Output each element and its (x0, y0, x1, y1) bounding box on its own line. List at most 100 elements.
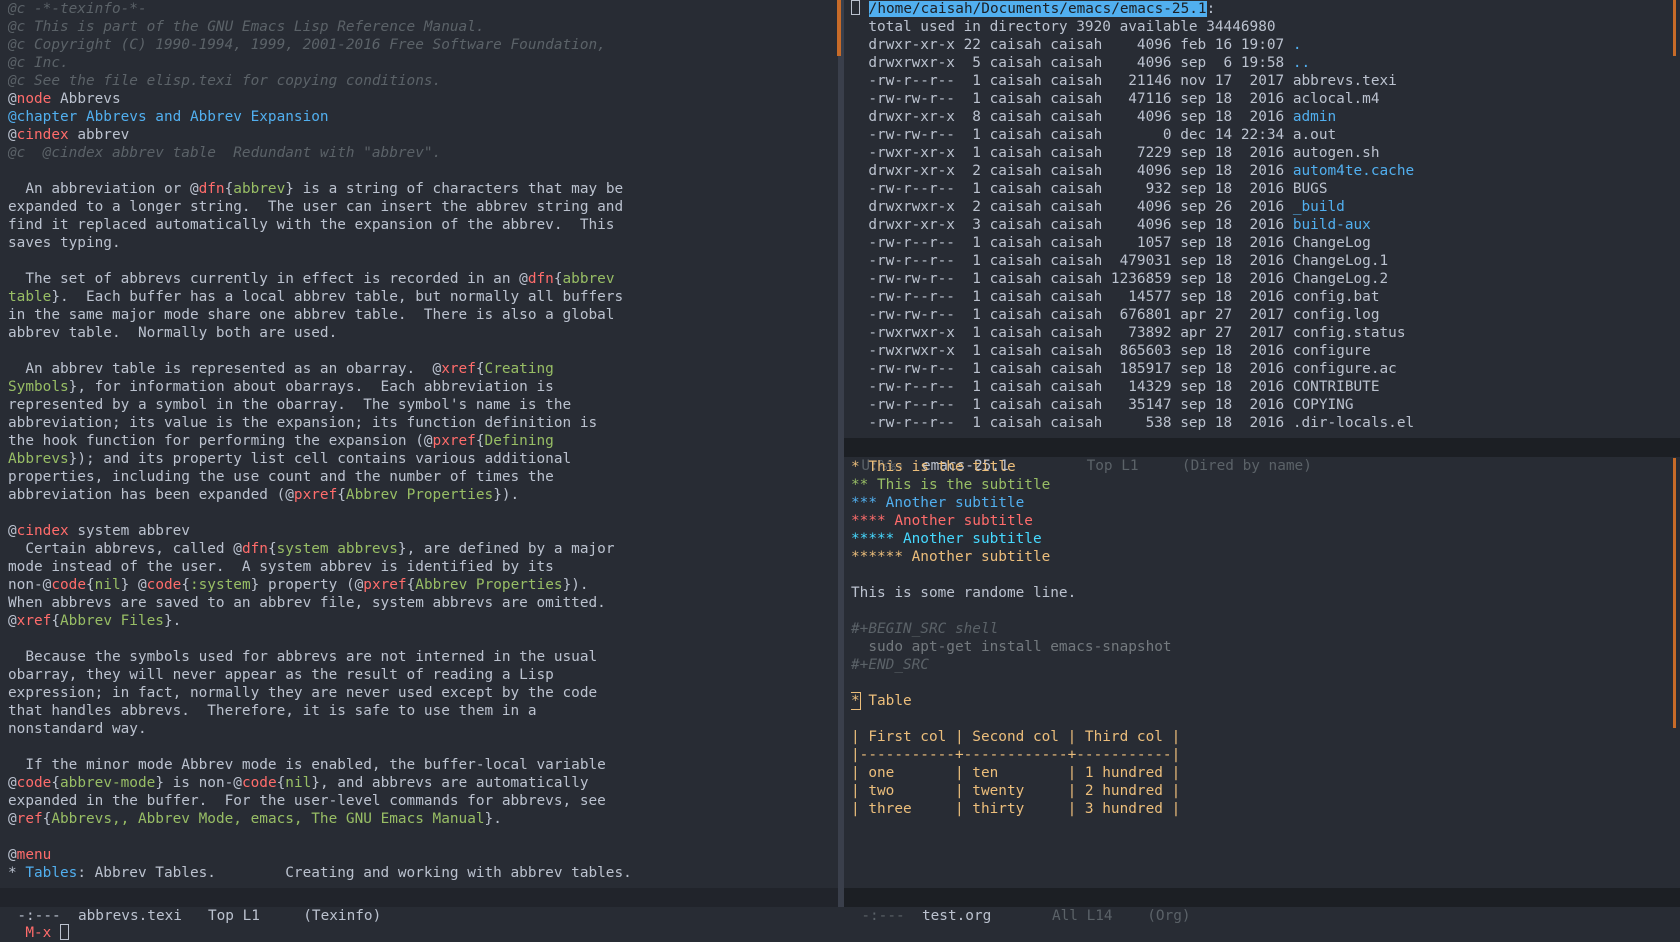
texinfo-token: } is a string of characters that may be (285, 181, 624, 197)
texinfo-token: { (224, 181, 234, 197)
dired-file-name[interactable]: ChangeLog (1293, 235, 1371, 251)
dired-entry[interactable]: -rw-rw-r-- 1 caisah caisah 1236859 sep 1… (851, 270, 1671, 288)
texinfo-token: @c -*-texinfo-*- (8, 1, 147, 17)
texinfo-token: code (241, 775, 277, 791)
dired-file-name[interactable]: config.log (1293, 307, 1380, 323)
dired-file-name[interactable]: .dir-locals.el (1293, 415, 1414, 431)
org-heading[interactable]: ***** Another subtitle (851, 530, 1671, 548)
texinfo-token: code (16, 775, 52, 791)
dired-file-name[interactable]: config.bat (1293, 289, 1380, 305)
org-heading[interactable]: ** This is the subtitle (851, 476, 1671, 494)
texinfo-line: nonstandard way. (8, 720, 838, 738)
org-heading[interactable]: *** Another subtitle (851, 494, 1671, 512)
dired-entry[interactable]: drwxrwxr-x 5 caisah caisah 4096 sep 6 19… (851, 54, 1671, 72)
org-heading[interactable]: **** Another subtitle (851, 512, 1671, 530)
org-heading[interactable]: ****** Another subtitle (851, 548, 1671, 566)
org-heading[interactable]: * This is the title (851, 458, 1671, 476)
dired-entry[interactable]: drwxr-xr-x 2 caisah caisah 4096 sep 18 2… (851, 162, 1671, 180)
dired-directory-name[interactable]: autom4te.cache (1293, 163, 1414, 179)
texinfo-token: abbrev (233, 181, 286, 197)
org-blank (851, 602, 1671, 620)
dired-entry[interactable]: -rw-rw-r-- 1 caisah caisah 47116 sep 18 … (851, 90, 1671, 108)
dired-entry[interactable]: -rwxrwxr-x 1 caisah caisah 865603 sep 18… (851, 342, 1671, 360)
dired-file-name[interactable]: configure.ac (1293, 361, 1397, 377)
dired-entry-attributes: drwxr-xr-x 2 caisah caisah 4096 sep 18 2… (851, 163, 1293, 179)
minibuffer[interactable]: M-x (8, 906, 69, 941)
dired-entry-attributes: drwxr-xr-x 8 caisah caisah 4096 sep 18 2… (851, 109, 1293, 125)
dired-file-name[interactable]: config.status (1293, 325, 1406, 341)
texinfo-token: @ (8, 775, 17, 791)
dired-entry[interactable]: -rw-r--r-- 1 caisah caisah 1057 sep 18 2… (851, 234, 1671, 252)
texinfo-line: expanded in the buffer. For the user-lev… (8, 792, 838, 810)
texinfo-token: represented by a symbol in the obarray. … (8, 397, 572, 413)
modeline-position: Top L1 (207, 908, 260, 924)
dired-entry[interactable]: -rw-r--r-- 1 caisah caisah 35147 sep 18 … (851, 396, 1671, 414)
dired-directory-name[interactable]: admin (1293, 109, 1336, 125)
texinfo-line: Because the symbols used for abbrevs are… (8, 648, 838, 666)
texinfo-token: @c This is part of the GNU Emacs Lisp Re… (8, 19, 485, 35)
org-table-row: | three | thirty | 3 hundred | (851, 801, 1181, 817)
dired-file-name[interactable]: CONTRIBUTE (1293, 379, 1380, 395)
dired-directory-name[interactable]: .. (1293, 55, 1310, 71)
dired-file-list[interactable]: drwxr-xr-x 22 caisah caisah 4096 feb 16 … (851, 36, 1671, 432)
texinfo-line: expression; in fact, normally they are n… (8, 684, 838, 702)
texinfo-token: Abbrev Files (60, 613, 164, 629)
texinfo-line: @xref{Abbrev Files}. (8, 612, 838, 630)
cursor-box (851, 0, 860, 15)
dired-entry[interactable]: -rw-r--r-- 1 caisah caisah 14329 sep 18 … (851, 378, 1671, 396)
dired-directory-name[interactable]: . (1293, 37, 1302, 53)
dired-entry[interactable]: -rw-rw-r-- 1 caisah caisah 0 dec 14 22:3… (851, 126, 1671, 144)
dired-file-name[interactable]: aclocal.m4 (1293, 91, 1380, 107)
dired-file-name[interactable]: a.out (1293, 127, 1336, 143)
texinfo-line: Abbrevs}); and its property list cell co… (8, 450, 838, 468)
dired-entry-attributes: -rw-rw-r-- 1 caisah caisah 0 dec 14 22:3… (851, 127, 1293, 143)
texinfo-text[interactable]: @c -*-texinfo-*- @c This is part of the G… (8, 0, 838, 882)
dired-file-name[interactable]: BUGS (1293, 181, 1328, 197)
dired-entry[interactable]: -rwxrwxr-x 1 caisah caisah 73892 apr 27 … (851, 324, 1671, 342)
dired-entry[interactable]: -rw-r--r-- 1 caisah caisah 538 sep 18 20… (851, 414, 1671, 432)
dired-entry-attributes: -rw-r--r-- 1 caisah caisah 932 sep 18 20… (851, 181, 1293, 197)
dired-entry[interactable]: -rw-r--r-- 1 caisah caisah 479031 sep 18… (851, 252, 1671, 270)
texinfo-line: * Tables: Abbrev Tables. Creating and wo… (8, 864, 838, 882)
dired-entry[interactable]: -rw-r--r-- 1 caisah caisah 21146 nov 17 … (851, 72, 1671, 90)
dired-file-name[interactable]: configure (1293, 343, 1371, 359)
texinfo-token: xref (16, 613, 52, 629)
texinfo-token: @ (8, 847, 17, 863)
dired-entry[interactable]: -rw-r--r-- 1 caisah caisah 932 sep 18 20… (851, 180, 1671, 198)
minibuffer-prompt: M-x (25, 925, 60, 941)
texinfo-token: expanded in the buffer. For the user-lev… (8, 793, 606, 809)
texinfo-line: table}. Each buffer has a local abbrev t… (8, 288, 838, 306)
texinfo-token: { (406, 577, 416, 593)
dired-entry[interactable]: drwxr-xr-x 22 caisah caisah 4096 feb 16 … (851, 36, 1671, 54)
dired-entry[interactable]: drwxr-xr-x 8 caisah caisah 4096 sep 18 2… (851, 108, 1671, 126)
texinfo-token: node (16, 91, 52, 107)
dired-directory-name[interactable]: _build (1293, 199, 1345, 215)
dired-file-name[interactable]: ChangeLog.2 (1293, 271, 1388, 287)
dired-file-name[interactable]: autogen.sh (1293, 145, 1380, 161)
texinfo-line: abbrev table. Normally both are used. (8, 324, 838, 342)
dired-entry[interactable]: -rw-rw-r-- 1 caisah caisah 676801 apr 27… (851, 306, 1671, 324)
texinfo-token: xref (441, 361, 476, 377)
dired-entry-attributes: -rw-r--r-- 1 caisah caisah 14329 sep 18 … (851, 379, 1293, 395)
org-buffer[interactable]: * This is the title ** This is the subtit… (851, 458, 1671, 888)
texinfo-token: @c Copyright (C) 1990-1994, 1999, 2001-2… (8, 37, 606, 53)
src-block-begin: #+BEGIN_SRC shell (851, 621, 999, 637)
dired-directory-name[interactable]: build-aux (1293, 217, 1371, 233)
dired-entry[interactable]: -rw-rw-r-- 1 caisah caisah 185917 sep 18… (851, 360, 1671, 378)
texinfo-token: @c @cindex abbrev table Redundant with "… (8, 145, 442, 161)
texinfo-line: @chapter Abbrevs and Abbrev Expansion (8, 108, 838, 126)
texinfo-line: represented by a symbol in the obarray. … (8, 396, 838, 414)
dired-entry[interactable]: drwxrwxr-x 2 caisah caisah 4096 sep 26 2… (851, 198, 1671, 216)
texinfo-buffer[interactable]: @c -*-texinfo-*- @c This is part of the G… (8, 0, 838, 888)
texinfo-token: cindex (16, 523, 69, 539)
dired-entry[interactable]: drwxr-xr-x 3 caisah caisah 4096 sep 18 2… (851, 216, 1671, 234)
dired-file-name[interactable]: COPYING (1293, 397, 1354, 413)
org-table[interactable]: | First col | Second col | Third col | |-… (851, 728, 1671, 818)
dired-file-name[interactable]: ChangeLog.1 (1293, 253, 1388, 269)
dired-entry[interactable]: -rw-r--r-- 1 caisah caisah 14577 sep 18 … (851, 288, 1671, 306)
dired-entry[interactable]: -rwxr-xr-x 1 caisah caisah 7229 sep 18 2… (851, 144, 1671, 162)
texinfo-token: { (276, 775, 286, 791)
dired-buffer[interactable]: /home/caisah/Documents/emacs/emacs-25.1:… (851, 0, 1671, 436)
dired-file-name[interactable]: abbrevs.texi (1293, 73, 1397, 89)
dired-path[interactable]: /home/caisah/Documents/emacs/emacs-25.1 (868, 1, 1207, 17)
